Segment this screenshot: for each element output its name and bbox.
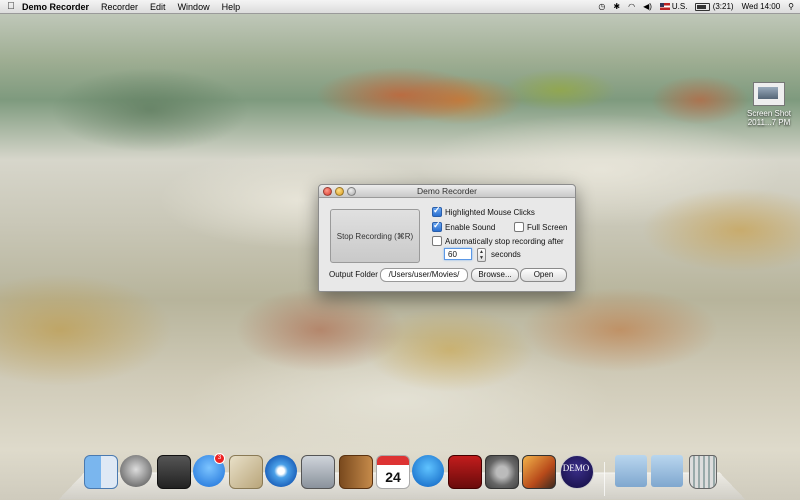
file-label-line2: 2011...7 PM — [747, 118, 791, 127]
facetime-icon[interactable] — [301, 455, 335, 489]
us-flag-icon — [659, 3, 670, 11]
enable-sound-label: Enable Sound — [445, 222, 496, 232]
downloads-folder-icon[interactable] — [651, 455, 683, 487]
minimize-button[interactable] — [335, 187, 344, 196]
battery-time: (3:21) — [712, 2, 734, 11]
seconds-input[interactable]: 60 — [444, 248, 472, 260]
full-screen-label: Full Screen — [527, 222, 568, 232]
apple-menu-icon[interactable]:  — [0, 1, 22, 12]
zoom-button[interactable] — [347, 187, 356, 196]
time-machine-icon[interactable]: ◷ — [598, 2, 605, 11]
menu-app-name[interactable]: Demo Recorder — [22, 2, 89, 12]
menu-recorder[interactable]: Recorder — [101, 2, 138, 12]
checkbox-checked-icon — [432, 205, 442, 217]
seconds-stepper[interactable]: ▲ ▼ — [477, 248, 486, 262]
enable-sound-checkbox[interactable]: Enable Sound — [432, 220, 496, 232]
window-title: Demo Recorder — [417, 186, 477, 196]
close-button[interactable] — [323, 187, 332, 196]
window-titlebar[interactable]: Demo Recorder — [319, 185, 575, 198]
wifi-icon[interactable]: ◠ — [628, 2, 635, 11]
input-source-menu[interactable]: U.S. — [659, 2, 688, 11]
auto-stop-label: Automatically stop recording after — [445, 236, 564, 246]
highlight-clicks-checkbox[interactable]: Highlighted Mouse Clicks — [432, 205, 535, 217]
photo-booth-red-icon[interactable] — [448, 455, 482, 489]
spotlight-icon[interactable]: ⚲ — [788, 2, 794, 11]
menu-edit[interactable]: Edit — [150, 2, 166, 12]
menu-help[interactable]: Help — [222, 2, 241, 12]
app-store-badge: 3 — [214, 453, 225, 464]
clock[interactable]: Wed 14:00 — [742, 2, 781, 11]
menu-bar:  Demo Recorder Recorder Edit Window Hel… — [0, 0, 800, 14]
safari-icon[interactable] — [265, 455, 297, 487]
desktop-screenshot-file[interactable]: Screen Shot 2011...7 PM — [742, 82, 796, 127]
demo-recorder-label: DEMO — [562, 463, 590, 473]
documents-folder-icon[interactable] — [615, 455, 647, 487]
input-source-label: U.S. — [671, 2, 688, 11]
browse-button[interactable]: Browse... — [471, 268, 519, 282]
checkbox-checked-icon — [432, 220, 442, 232]
address-book-icon[interactable] — [339, 455, 373, 489]
iphoto-icon[interactable] — [522, 455, 556, 489]
volume-icon[interactable]: ◀) — [643, 2, 652, 11]
checkbox-unchecked-icon — [514, 222, 524, 232]
mail-icon[interactable] — [229, 455, 263, 489]
auto-stop-checkbox[interactable]: Automatically stop recording after — [432, 236, 564, 246]
screenshot-thumbnail-icon — [753, 82, 785, 106]
highlight-clicks-label: Highlighted Mouse Clicks — [445, 207, 535, 217]
ical-icon[interactable]: 24 — [376, 455, 410, 489]
stop-recording-button[interactable]: Stop Recording (⌘R) — [330, 209, 420, 263]
finder-icon[interactable] — [84, 455, 118, 489]
full-screen-checkbox[interactable]: Full Screen — [514, 222, 567, 232]
itunes-icon[interactable] — [412, 455, 444, 487]
output-folder-label: Output Folder — [329, 270, 378, 279]
battery-icon — [695, 2, 711, 11]
bluetooth-icon[interactable]: ✱ — [613, 2, 620, 11]
trash-icon[interactable] — [689, 455, 717, 489]
battery-menu[interactable]: (3:21) — [695, 2, 734, 11]
status-area: ◷ ✱ ◠ ◀) U.S. (3:21) Wed 14:00 ⚲ — [598, 0, 794, 13]
checkbox-unchecked-icon — [432, 236, 442, 246]
launchpad-icon[interactable] — [120, 455, 152, 487]
open-button[interactable]: Open — [520, 268, 567, 282]
dock-separator — [604, 462, 605, 496]
photo-booth-icon[interactable] — [157, 455, 191, 489]
system-preferences-icon[interactable] — [485, 455, 519, 489]
file-label-line1: Screen Shot — [746, 109, 792, 118]
menu-window[interactable]: Window — [178, 2, 210, 12]
output-path-field[interactable]: /Users/user/Movies/ — [380, 268, 468, 282]
seconds-label: seconds — [491, 250, 521, 259]
